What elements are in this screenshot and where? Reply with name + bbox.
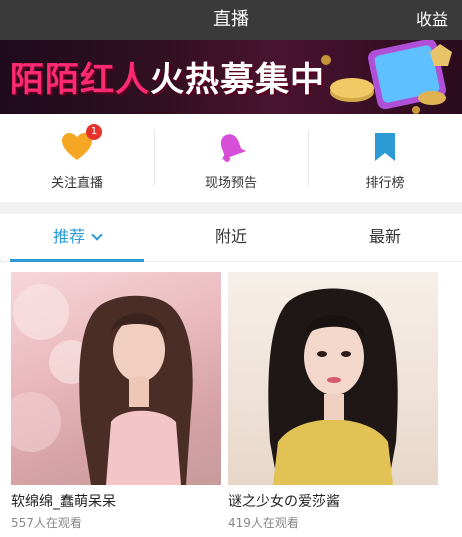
banner-text-part1: 陌陌红人 <box>10 60 150 100</box>
promo-banner[interactable]: 陌陌红人火热募集中 <box>0 40 462 114</box>
quick-live-preview-label: 现场预告 <box>204 176 257 191</box>
tab-nearby-label: 附近 <box>214 227 247 246</box>
stream-grid: 软绵绵_蠢萌呆呆 557人在观看 谜之少女の爱莎酱 419人在观看 <box>0 262 462 537</box>
stream-title: 软绵绵_蠢萌呆呆 <box>11 494 116 510</box>
viewer-count: 557人在观看 <box>11 516 82 530</box>
tab-latest[interactable]: 最新 <box>308 214 462 261</box>
tab-recommended-label: 推荐 <box>52 227 85 246</box>
stream-thumbnail <box>228 272 438 485</box>
banner-decoration <box>321 40 452 114</box>
section-divider <box>0 202 462 214</box>
notification-badge: 1 <box>86 124 102 140</box>
quick-live-preview[interactable]: 现场预告 <box>154 114 308 202</box>
viewer-count: 419人在观看 <box>228 516 299 530</box>
tab-bar: 推荐 附近 最新 <box>0 214 462 262</box>
quick-leaderboard-label: 排行榜 <box>365 176 405 191</box>
stream-card[interactable]: 谜之少女の爱莎酱 419人在观看 <box>228 272 438 531</box>
page-title: 直播 <box>213 9 249 30</box>
earnings-link[interactable]: 收益 <box>416 0 448 40</box>
stream-title: 谜之少女の爱莎酱 <box>228 494 340 510</box>
bookmark-icon <box>368 130 402 164</box>
tab-recommended[interactable]: 推荐 <box>0 214 154 262</box>
banner-text: 陌陌红人火热募集中 <box>10 52 325 101</box>
quick-actions: 1 关注直播 现场预告 排行榜 <box>0 114 462 202</box>
heart-icon: 1 <box>60 124 102 164</box>
quick-follow-live-label: 关注直播 <box>50 176 103 191</box>
top-bar: 直播 收益 <box>0 0 462 40</box>
quick-follow-live[interactable]: 1 关注直播 <box>0 114 154 202</box>
banner-text-part2: 火热募集中 <box>150 60 325 100</box>
tab-nearby[interactable]: 附近 <box>154 214 308 261</box>
quick-leaderboard[interactable]: 排行榜 <box>308 114 462 202</box>
tab-latest-label: 最新 <box>368 227 401 246</box>
bell-icon <box>214 130 248 164</box>
stream-thumbnail <box>11 272 221 485</box>
stream-card[interactable]: 软绵绵_蠢萌呆呆 557人在观看 <box>11 272 221 531</box>
chevron-down-icon <box>91 229 103 241</box>
